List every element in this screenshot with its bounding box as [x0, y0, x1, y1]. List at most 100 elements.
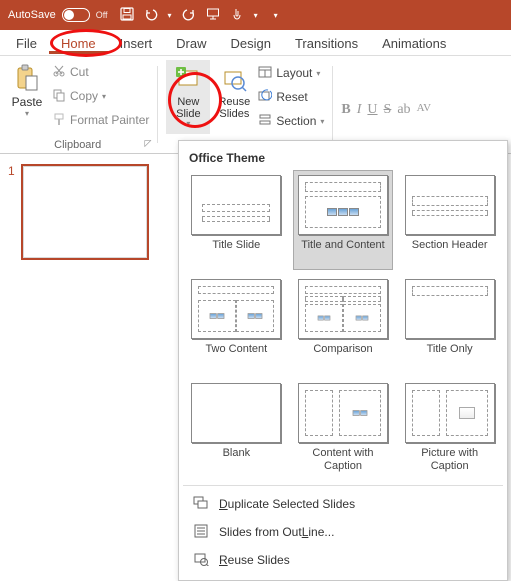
slide-thumb-1[interactable]: 1	[8, 164, 162, 260]
char-spacing-button[interactable]: AV	[417, 102, 431, 114]
new-slide-icon	[174, 62, 202, 96]
autosave-toggle[interactable]: AutoSave Off	[8, 8, 108, 22]
section-button[interactable]: Section ▾	[258, 110, 324, 132]
layout-picture-with-caption[interactable]: Picture with Caption	[400, 379, 499, 477]
qat-customize-caret-icon[interactable]: ▾	[274, 11, 278, 20]
paste-icon	[14, 64, 40, 95]
reuse-icon	[193, 552, 209, 569]
copy-caret-icon: ▾	[102, 92, 106, 101]
layout-caret-icon: ▾	[316, 69, 320, 78]
layout-label: Layout	[276, 66, 312, 80]
strike-button[interactable]: S	[384, 102, 392, 118]
layout-label: Title Only	[427, 343, 473, 369]
layout-label: Title and Content	[301, 239, 384, 265]
paste-button[interactable]: Paste ▾	[6, 60, 48, 134]
format-painter-button[interactable]: Format Painter	[52, 110, 149, 130]
layout-title-only[interactable]: Title Only	[400, 275, 499, 373]
group-font: B I U S ab AV	[335, 56, 437, 153]
tab-draw[interactable]: Draw	[164, 31, 218, 54]
paste-caret-icon: ▾	[25, 109, 29, 118]
new-slide-caret-icon: ▾	[186, 120, 190, 129]
separator	[183, 485, 503, 486]
new-slide-dropdown: Office Theme Title Slide Title and Conte…	[178, 140, 508, 581]
ribbon-tabs: File Home Insert Draw Design Transitions…	[0, 30, 511, 56]
tab-design[interactable]: Design	[219, 31, 283, 54]
group-clipboard: Paste ▾ Cut Copy ▾ Format Paint	[0, 56, 155, 153]
layout-comparison[interactable]: Comparison	[294, 275, 393, 373]
reuse-slides-button[interactable]: Reuse Slides	[212, 60, 256, 134]
reuse-slides-icon	[221, 62, 247, 96]
duplicate-label: Duplicate Selected Slides	[219, 497, 355, 511]
group-slides: New Slide ▾ Reuse Slides Layout ▾ Reset	[160, 56, 330, 153]
tab-home[interactable]: Home	[49, 31, 108, 54]
new-slide-label: New Slide	[166, 96, 210, 120]
reuse-slides-item[interactable]: Reuse Slides	[187, 546, 499, 574]
section-caret-icon: ▾	[320, 117, 324, 126]
cut-label: Cut	[70, 65, 89, 79]
section-label: Section	[276, 114, 316, 128]
layout-two-content[interactable]: Two Content	[187, 275, 286, 373]
save-icon[interactable]	[120, 7, 134, 24]
autosave-label: AutoSave	[8, 9, 56, 21]
layout-section-header[interactable]: Section Header	[400, 171, 499, 269]
bold-button[interactable]: B	[341, 102, 350, 118]
layout-label: Two Content	[205, 343, 267, 369]
section-icon	[258, 113, 272, 130]
slides-from-outline-item[interactable]: Slides from OutLine...	[187, 518, 499, 546]
layout-label: Content with Caption	[298, 447, 389, 473]
slide-thumbnail-pane[interactable]: 1	[0, 154, 170, 561]
layout-label: Comparison	[313, 343, 372, 369]
scissors-icon	[52, 64, 66, 81]
italic-button[interactable]: I	[357, 102, 362, 118]
cut-button[interactable]: Cut	[52, 62, 149, 82]
undo-icon[interactable]	[144, 7, 158, 24]
clipboard-launcher-icon[interactable]: ◸	[144, 138, 151, 149]
layout-title-slide[interactable]: Title Slide	[187, 171, 286, 269]
reuse-label: Reuse Slides	[219, 553, 290, 567]
copy-label: Copy	[70, 89, 98, 103]
layout-label: Section Header	[412, 239, 488, 265]
present-icon[interactable]	[206, 7, 220, 24]
copy-icon	[52, 88, 66, 105]
undo-more-caret-icon[interactable]: ▾	[168, 11, 172, 20]
redo-icon[interactable]	[182, 7, 196, 24]
shadow-button[interactable]: ab	[397, 102, 410, 118]
layout-button[interactable]: Layout ▾	[258, 62, 324, 84]
separator	[157, 66, 158, 144]
tab-animations[interactable]: Animations	[370, 31, 458, 54]
layout-title-and-content[interactable]: Title and Content	[294, 171, 393, 269]
touch-mode-caret-icon[interactable]: ▾	[254, 11, 258, 20]
new-slide-button[interactable]: New Slide ▾	[166, 60, 210, 134]
reset-button[interactable]: Reset	[258, 86, 324, 108]
tab-file[interactable]: File	[4, 31, 49, 54]
paste-button-label: Paste	[12, 95, 43, 109]
layout-content-with-caption[interactable]: Content with Caption	[294, 379, 393, 477]
outline-label: Slides from OutLine...	[219, 525, 334, 539]
duplicate-icon	[193, 496, 209, 513]
tab-insert[interactable]: Insert	[108, 31, 165, 54]
separator	[332, 66, 333, 144]
layout-icon	[258, 65, 272, 82]
layout-label: Title Slide	[212, 239, 260, 265]
format-painter-label: Format Painter	[70, 113, 149, 127]
tab-transitions[interactable]: Transitions	[283, 31, 370, 54]
autosave-state: Off	[96, 10, 108, 20]
toggle-off-icon	[62, 8, 90, 22]
copy-button[interactable]: Copy ▾	[52, 86, 149, 106]
paintbrush-icon	[52, 112, 66, 129]
outline-icon	[193, 524, 209, 541]
layout-label: Picture with Caption	[404, 447, 495, 473]
reset-icon	[258, 89, 272, 106]
reuse-slides-label: Reuse Slides	[212, 96, 256, 120]
touch-mode-icon[interactable]	[230, 7, 244, 24]
underline-button[interactable]: U	[367, 102, 377, 118]
layout-blank[interactable]: Blank	[187, 379, 286, 477]
layout-label: Blank	[223, 447, 251, 473]
layout-gallery: Title Slide Title and Content Section He…	[187, 171, 499, 477]
title-bar: AutoSave Off ▾ ▾ ▾	[0, 0, 511, 30]
dropdown-heading: Office Theme	[187, 147, 499, 171]
slide-number: 1	[8, 164, 15, 260]
slide-thumbnail[interactable]	[21, 164, 149, 260]
reset-label: Reset	[276, 90, 307, 104]
duplicate-slides-item[interactable]: Duplicate Selected Slides	[187, 490, 499, 518]
